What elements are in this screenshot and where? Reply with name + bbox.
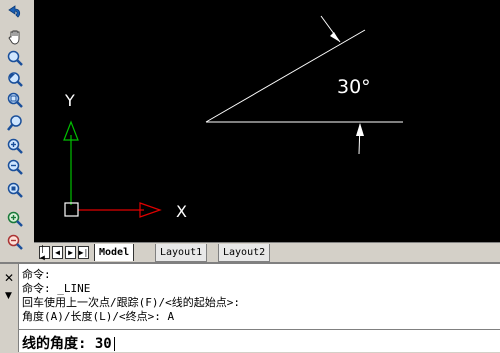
view-toolbar [0, 0, 35, 262]
angle-dimension-text: 30° [337, 76, 371, 98]
drawing-canvas[interactable]: Y X 30° [34, 0, 500, 242]
command-history-line: 命令: _LINE [22, 282, 91, 295]
command-separator [19, 329, 500, 330]
last-icon: ▶| [78, 248, 89, 257]
first-tab-button[interactable]: |◀ [39, 243, 50, 262]
command-panel-handle: ✕ ▼ [0, 264, 19, 352]
tab-layout1[interactable]: Layout1 [155, 244, 208, 262]
command-panel: ✕ ▼ 命令: 命令: _LINE 回车使用上一次点/跟踪(F)/<线的起始点>… [0, 262, 500, 352]
redo-icon[interactable] [4, 2, 26, 22]
dim-arrow-upper [330, 32, 340, 42]
close-icon[interactable]: ✕ [4, 272, 14, 284]
zoom-icon[interactable] [4, 48, 26, 68]
command-input[interactable]: 线的角度: 30 [22, 333, 115, 353]
prev-tab-button[interactable]: ◀ [52, 246, 63, 259]
command-history-line: 角度(A)/长度(L)/<终点>: A [22, 310, 175, 323]
zoom-extents-icon[interactable] [4, 180, 26, 200]
zoom-realtime-icon[interactable] [4, 113, 26, 133]
y-axis-label: Y [64, 91, 75, 110]
text-caret [113, 337, 115, 351]
command-history-line: 命令: [22, 268, 51, 281]
pan-icon[interactable] [4, 27, 26, 47]
dim-arrow-lower [356, 123, 364, 136]
next-tab-button[interactable]: ▶ [65, 246, 76, 259]
zoom-previous-icon[interactable] [4, 69, 26, 89]
zoom-in-icon[interactable] [4, 136, 26, 156]
layout-tab-bar: |◀ ◀ ▶ ▶| Model Layout1 Layout2 [34, 242, 500, 263]
zoom-plus-icon[interactable] [4, 209, 26, 229]
zoom-out-icon[interactable] [4, 157, 26, 177]
menu-arrow-icon[interactable]: ▼ [5, 292, 12, 301]
zoom-window-icon[interactable] [4, 90, 26, 110]
command-history-line: 回车使用上一次点/跟踪(F)/<线的起始点>: [22, 296, 240, 309]
tab-layout2[interactable]: Layout2 [218, 244, 271, 262]
x-axis-label: X [176, 202, 187, 221]
right-triangle-icon: ▶ [68, 248, 73, 257]
first-icon: |◀ [40, 243, 45, 262]
zoom-minus-icon[interactable] [4, 232, 26, 252]
drawing-svg: Y X 30° [63, 15, 403, 221]
last-tab-button[interactable]: ▶| [78, 246, 89, 259]
command-history: 命令: 命令: _LINE 回车使用上一次点/跟踪(F)/<线的起始点>: 角度… [22, 268, 240, 324]
left-triangle-icon: ◀ [55, 248, 60, 257]
tab-model[interactable]: Model [94, 244, 135, 261]
